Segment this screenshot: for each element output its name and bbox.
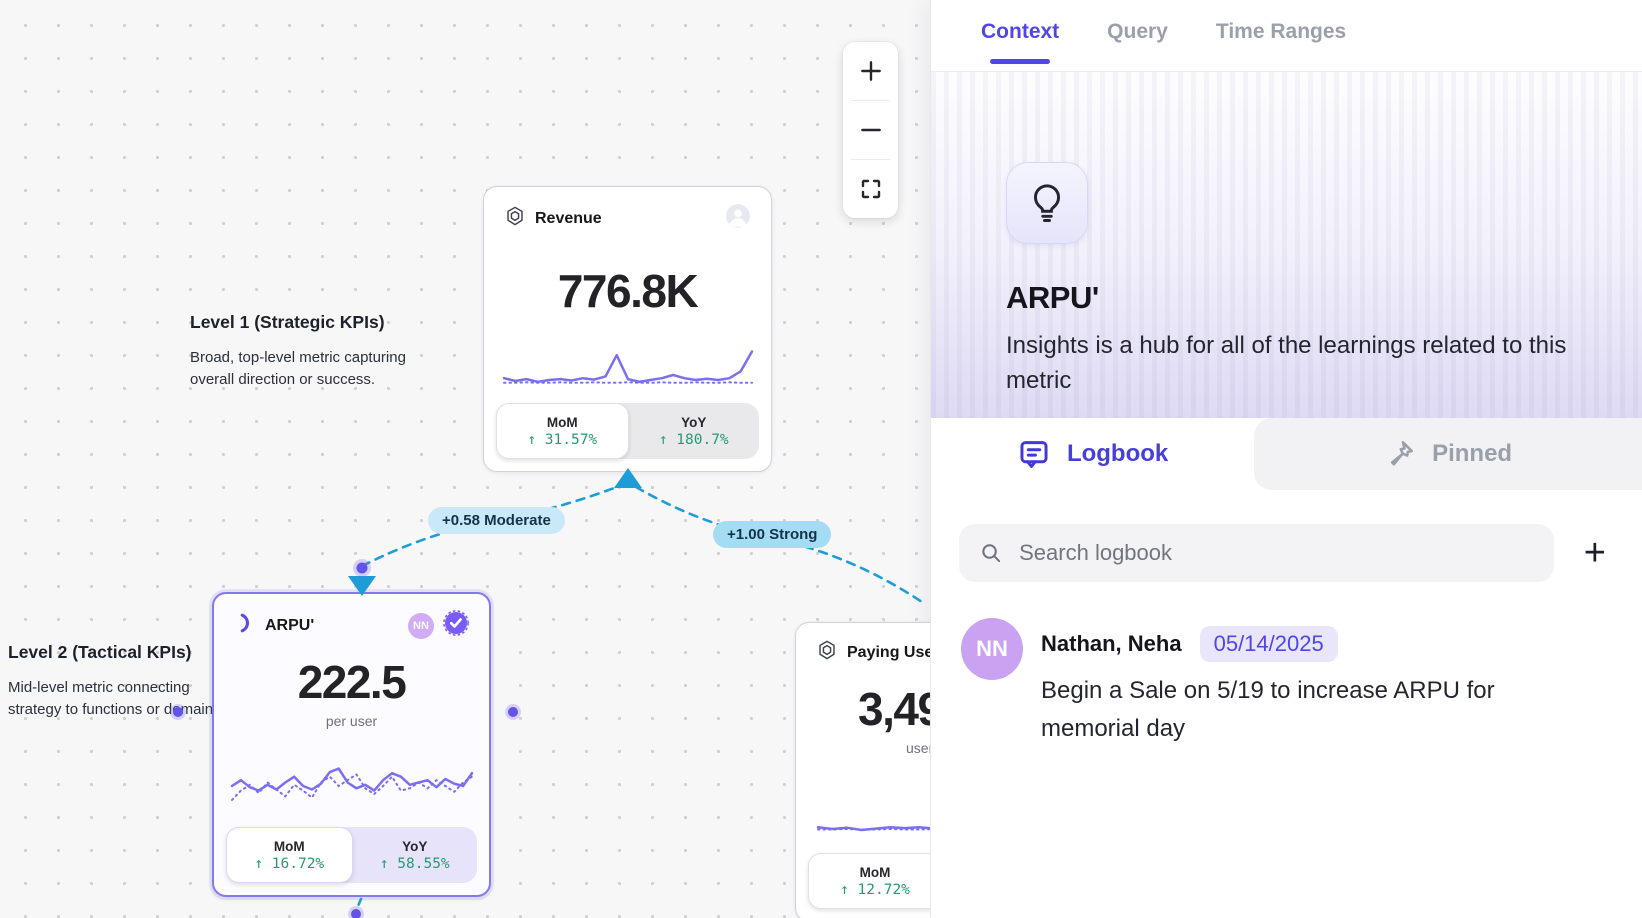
search-icon [979,540,1003,566]
sparkline-chart [816,793,930,843]
level1-title: Level 1 (Strategic KPIs) [190,312,406,333]
mom-stat[interactable]: MoM ↑ 31.57% [496,403,629,459]
hexagon-icon [504,205,526,232]
fullscreen-icon [859,177,883,201]
metric-tree-app: Level 1 (Strategic KPIs) Broad, top-leve… [0,0,1642,918]
mom-value: ↑ 12.72% [840,882,910,898]
pinned-label: Pinned [1432,440,1512,468]
entry-author: Nathan, Neha [1041,631,1182,657]
logbook-search-row: + [931,490,1642,582]
stats-toggle: MoM ↑ 16.72% YoY ↑ 58.55% [226,827,477,883]
insight-icon-tile [1006,162,1088,244]
context-panel: Context Query Time Ranges ARPU' Insights… [930,0,1642,918]
mom-label: MoM [860,865,891,880]
yoy-stat[interactable]: YoY ↑ 58.55% [353,827,478,883]
level2-title: Level 2 (Tactical KPIs) [8,642,225,663]
tab-context-label: Context [981,20,1059,44]
search-box[interactable] [959,524,1554,582]
entry-avatar: NN [961,618,1023,680]
metric-card-paying-users[interactable]: Paying Users' 3,49 users MoM ↑ 12.72% [795,622,930,918]
card-title: Revenue [535,210,602,228]
mom-stat[interactable]: MoM ↑ 16.72% [226,827,353,883]
active-tab-underline [990,59,1050,64]
mom-stat[interactable]: MoM ↑ 12.72% [808,853,930,909]
metric-canvas[interactable]: Level 1 (Strategic KPIs) Broad, top-leve… [0,0,930,918]
metric-name-heading: ARPU' [1006,280,1642,316]
sparkline-chart [502,344,754,394]
yoy-value: ↑ 58.55% [380,856,450,872]
mom-value: ↑ 16.72% [254,856,324,872]
logbook-label: Logbook [1067,440,1168,468]
yoy-label: YoY [681,415,706,430]
logbook-icon [1017,437,1051,471]
yoy-label: YoY [402,839,427,854]
zoom-toolbar [843,42,898,218]
logbook-entry[interactable]: NN Nathan, Neha 05/14/2025 Begin a Sale … [931,582,1642,748]
metric-description: Insights is a hub for all of the learnin… [1006,328,1586,398]
entry-text: Begin a Sale on 5/19 to increase ARPU fo… [1041,672,1541,748]
correlation-badge-strong[interactable]: +1.00 Strong [713,521,831,548]
entry-date-badge: 05/14/2025 [1200,626,1338,662]
logbook-pinned-tabbar: Logbook Pinned [931,418,1642,490]
tab-time-ranges-label: Time Ranges [1216,20,1346,44]
metric-value: 776.8K [496,264,759,318]
tab-logbook[interactable]: Logbook [931,418,1254,490]
mom-value: ↑ 31.57% [527,432,597,448]
stats-toggle: MoM ↑ 31.57% YoY ↑ 180.7% [496,403,759,459]
minus-icon [858,117,884,143]
tab-query-label: Query [1107,20,1168,44]
tab-context[interactable]: Context [981,20,1059,71]
metric-unit: per user [226,713,477,729]
yoy-value: ↑ 180.7% [659,432,729,448]
connection-handle[interactable] [348,906,364,918]
correlation-badge-moderate[interactable]: +0.58 Moderate [428,507,565,534]
edge-arpu-down [356,899,361,911]
hexagon-icon [816,639,838,666]
metric-value: 3,49 [808,682,930,736]
fit-view-button[interactable] [843,160,898,218]
sparkline-chart [230,755,474,817]
zoom-in-button[interactable] [843,42,898,100]
add-entry-button[interactable]: + [1580,534,1610,572]
mom-label: MoM [274,839,305,854]
metric-value: 222.5 [226,655,477,709]
level1-annotation: Level 1 (Strategic KPIs) Broad, top-leve… [190,312,406,391]
card-title: ARPU' [265,617,314,635]
panel-tab-bar: Context Query Time Ranges [931,0,1642,72]
metric-unit: users [808,740,930,756]
tab-pinned[interactable]: Pinned [1254,418,1642,490]
connection-handle[interactable] [353,559,371,577]
metric-card-arpu[interactable]: ARPU' NN 222.5 per user MoM ↑ 16.72% [212,592,491,897]
metric-card-revenue[interactable]: Revenue 776.8K MoM ↑ 31.57% [483,186,772,472]
yoy-stat[interactable]: YoY ↑ 180.7% [629,403,760,459]
connection-handle[interactable] [505,704,521,720]
verified-badge-icon [443,610,469,641]
zoom-out-button[interactable] [843,101,898,159]
tab-time-ranges[interactable]: Time Ranges [1216,20,1346,71]
mom-label: MoM [547,415,578,430]
tab-query[interactable]: Query [1107,20,1168,71]
search-input[interactable] [1019,540,1534,566]
plus-icon [858,58,884,84]
owner-avatar-badge: NN [408,613,434,639]
level2-annotation: Level 2 (Tactical KPIs) Mid-level metric… [8,642,225,721]
level2-description: Mid-level metric connecting strategy to … [8,677,225,721]
user-avatar-icon [725,203,751,234]
lightbulb-icon [1026,180,1068,226]
card-title: Paying Users' [847,644,930,662]
pin-icon [1384,438,1416,470]
stats-toggle: MoM ↑ 12.72% [808,853,930,909]
crescent-icon [234,612,256,639]
level1-description: Broad, top-level metric capturing overal… [190,347,406,391]
metric-hero-section: ARPU' Insights is a hub for all of the l… [931,72,1642,418]
